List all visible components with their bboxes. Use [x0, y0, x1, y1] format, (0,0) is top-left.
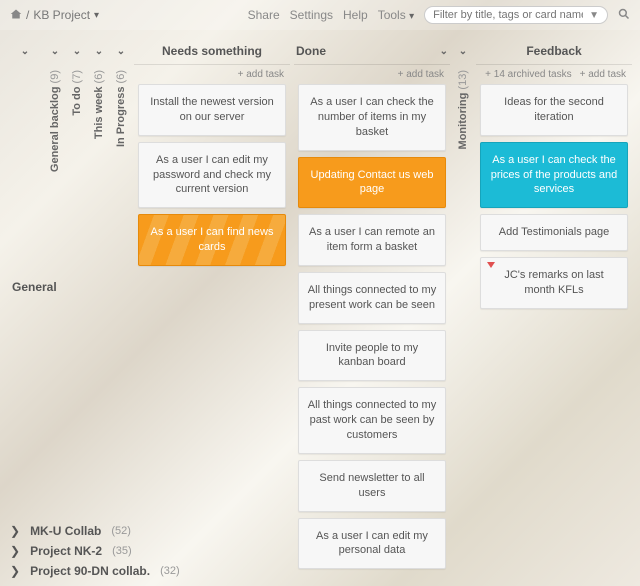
chevron-down-icon[interactable]: ⌄ — [51, 46, 59, 57]
flag-icon — [487, 262, 495, 268]
project-name: MK-U Collab — [30, 524, 101, 538]
card[interactable]: As a user I can edit my password and che… — [138, 142, 286, 209]
card[interactable]: All things connected to my past work can… — [298, 387, 446, 454]
share-link[interactable]: Share — [248, 8, 280, 22]
top-actions: Share Settings Help Tools ▾ ▼ — [248, 6, 630, 24]
search-icon[interactable] — [618, 8, 630, 23]
card[interactable]: All things connected to my present work … — [298, 272, 446, 324]
col-label-vertical: Monitoring (13) — [457, 70, 469, 149]
col-title: Feedback — [526, 44, 581, 58]
card[interactable]: JC's remarks on last month KFLs — [480, 257, 628, 309]
card[interactable]: Install the newest version on our server — [138, 84, 286, 136]
archived-tasks-link[interactable]: + 14 archived tasks — [485, 69, 571, 80]
col-done: Done ⌄ + add task As a user I can check … — [294, 38, 450, 569]
card-list: As a user I can check the number of item… — [294, 84, 450, 569]
collapsed-col[interactable]: ⌄ In Progress (6) — [112, 38, 130, 569]
col-title: Done — [296, 44, 326, 58]
tools-link[interactable]: Tools ▾ — [378, 8, 414, 22]
col-label-vertical: In Progress (6) — [115, 70, 127, 147]
col-needs-something: Needs something + add task Install the n… — [134, 38, 290, 569]
chevron-down-icon[interactable]: ⌄ — [73, 46, 81, 57]
topbar: / KB Project ▾ Share Settings Help Tools… — [0, 0, 640, 30]
card-list: Install the newest version on our server… — [134, 84, 290, 266]
card[interactable]: Send newsletter to all users — [298, 460, 446, 512]
add-task-link[interactable]: + add task — [580, 69, 626, 80]
chevron-right-icon: ❯ — [10, 524, 20, 538]
col-feedback: Feedback + 14 archived tasks + add task … — [476, 38, 632, 569]
col-header: Feedback — [476, 38, 632, 65]
collapsed-col[interactable]: ⌄ This week (6) — [90, 38, 108, 569]
home-icon[interactable] — [10, 8, 22, 23]
chevron-down-icon[interactable]: ⌄ — [95, 46, 103, 57]
card[interactable]: Ideas for the second iteration — [480, 84, 628, 136]
chevron-right-icon: ❯ — [10, 544, 20, 558]
search-input[interactable] — [433, 9, 583, 21]
filter-icon[interactable]: ▼ — [589, 10, 599, 21]
card[interactable]: As a user I can find news cards — [138, 214, 286, 266]
collapsed-col-monitoring[interactable]: ⌄ Monitoring (13) — [454, 38, 472, 569]
project-name: Project NK-2 — [30, 544, 102, 558]
chevron-down-icon[interactable]: ⌄ — [117, 46, 125, 57]
collapsed-col[interactable]: ⌄ To do (7) — [68, 38, 86, 569]
project-count: (32) — [160, 565, 180, 577]
card[interactable]: Invite people to my kanban board — [298, 330, 446, 382]
col-title: Needs something — [162, 44, 262, 58]
card[interactable]: As a user I can check the prices of the … — [480, 142, 628, 209]
project-row[interactable]: ❯ Project NK-2 (35) — [10, 544, 630, 558]
help-link[interactable]: Help — [343, 8, 368, 22]
search-wrap: ▼ — [424, 6, 608, 24]
projects-list: ❯ MK-U Collab (52) ❯ Project NK-2 (35) ❯… — [10, 518, 630, 578]
collapsed-col-spacer: ⌄ — [8, 38, 42, 569]
add-task-link[interactable]: + add task — [398, 69, 444, 80]
project-name: Project 90-DN collab. — [30, 564, 150, 578]
chevron-down-icon[interactable]: ▾ — [94, 10, 99, 21]
col-header: Needs something — [134, 38, 290, 65]
breadcrumb-sep: / — [26, 8, 29, 22]
project-count: (52) — [111, 525, 131, 537]
chevron-right-icon: ❯ — [10, 564, 20, 578]
chevron-down-icon[interactable]: ⌄ — [440, 46, 448, 57]
collapsed-col[interactable]: ⌄ General backlog (9) — [46, 38, 64, 569]
breadcrumb-project[interactable]: KB Project — [33, 8, 90, 22]
card-list: Ideas for the second iteration As a user … — [476, 84, 632, 309]
card[interactable]: As a user I can check the number of item… — [298, 84, 446, 151]
col-label-vertical: General backlog (9) — [49, 70, 61, 172]
board: ⌄ ⌄ General backlog (9) ⌄ To do (7) ⌄ Th… — [0, 30, 640, 577]
add-task-link[interactable]: + add task — [238, 69, 284, 80]
col-label-vertical: This week (6) — [93, 70, 105, 139]
col-header: Done ⌄ — [294, 38, 450, 65]
chevron-down-icon[interactable]: ⌄ — [459, 46, 467, 57]
chevron-down-icon[interactable]: ⌄ — [21, 46, 29, 57]
project-row[interactable]: ❯ MK-U Collab (52) — [10, 524, 630, 538]
card[interactable]: As a user I can remote an item form a ba… — [298, 214, 446, 266]
settings-link[interactable]: Settings — [290, 8, 333, 22]
project-row[interactable]: ❯ Project 90-DN collab. (32) — [10, 564, 630, 578]
swimlane-label: General — [12, 280, 57, 294]
project-count: (35) — [112, 545, 132, 557]
card[interactable]: Add Testimonials page — [480, 214, 628, 251]
card[interactable]: Updating Contact us web page — [298, 157, 446, 209]
breadcrumb: / KB Project ▾ — [10, 8, 99, 23]
chevron-down-icon: ▾ — [409, 11, 414, 22]
col-label-vertical: To do (7) — [71, 70, 83, 116]
